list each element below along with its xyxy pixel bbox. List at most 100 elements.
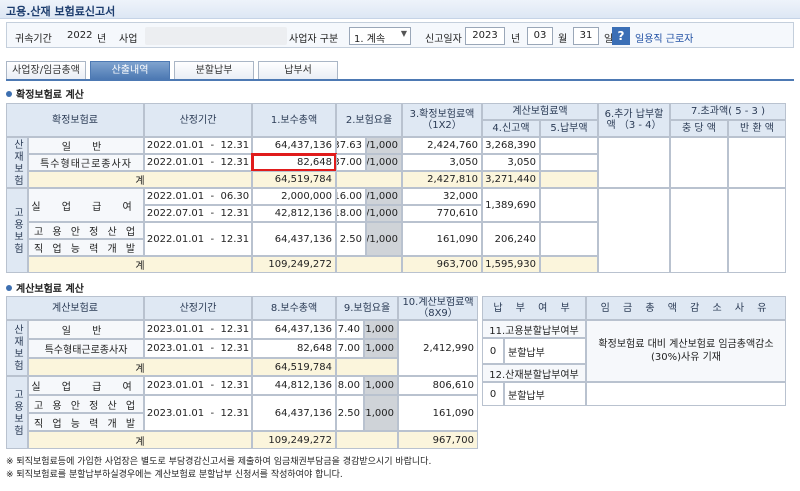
rate-cell[interactable]: 16.00 (336, 188, 366, 205)
goyong-installment-value[interactable]: 분할납부 (504, 338, 586, 364)
paid-cell[interactable] (540, 188, 598, 222)
period-end: 12.31 (220, 208, 250, 219)
paid-cell[interactable] (540, 222, 598, 256)
est-goyong-total-wage: 109,249,272 (252, 431, 336, 449)
goyong-refund-due-cell (670, 188, 728, 273)
confirmed-cell[interactable]: 3,050 (402, 154, 482, 171)
est-row-vocational-label: 직 업 능 력 개 발 (28, 413, 144, 431)
wage-cell[interactable]: 44,812,136 (252, 376, 336, 395)
row-period[interactable]: 2022.01.01 - 12.31 (144, 222, 252, 256)
rate-cell[interactable]: 37.63 (336, 137, 366, 154)
goyong-total-paid (540, 256, 598, 273)
wage-cell[interactable]: 64,437,136 (252, 137, 336, 154)
hdr-wage-reduction-reason: 임 금 총 액 감 소 사 유 (586, 296, 786, 320)
hdr-est-ins: 계산보험료 (6, 296, 144, 320)
biz-type-select[interactable]: 1. 계속 ▼ (349, 27, 411, 45)
goyong-total-reported: 1,595,930 (482, 256, 540, 273)
report-month-input[interactable]: 03 (527, 27, 553, 45)
confirmed-cell[interactable]: 161,090 (402, 222, 482, 256)
hdr-reported: 4.신고액 (482, 120, 540, 137)
confirmed-cell[interactable]: 32,000 (402, 188, 482, 205)
sanjae-installment-code[interactable]: 0 (482, 382, 504, 406)
reported-cell[interactable]: 3,050 (482, 154, 540, 171)
period-end: 12.31 (220, 407, 250, 419)
group-goyong: 고용보험 (6, 188, 28, 273)
report-year-input[interactable]: 2023 (465, 27, 505, 45)
tab-installment[interactable]: 분할납부 (174, 61, 254, 79)
goyong-total-confirmed: 963,700 (402, 256, 482, 273)
wage-cell-highlighted[interactable]: 82,648 (251, 153, 337, 172)
goyong-installment-code[interactable]: 0 (482, 338, 504, 364)
tab-workplace-wages[interactable]: 사업장/임금총액 (6, 61, 86, 79)
estimated-section-title: 계산보험료 계산 (6, 280, 84, 295)
est-goyong-total-label: 계 (28, 431, 252, 449)
est-cell[interactable]: 806,610 (398, 376, 478, 395)
period-start: 2022.01.01 (146, 140, 205, 151)
goyong-installment-label: 11.고용분할납부여부 (482, 320, 586, 338)
confirmed-section-title: 확정보험료 계산 (6, 86, 84, 101)
row-period[interactable]: 2022.01.01 - 06.30 (144, 188, 252, 205)
period-dash: - (210, 407, 215, 419)
est-row-unemployment-label: 실 업 급 여 (28, 376, 144, 395)
wage-cell[interactable]: 64,437,136 (252, 222, 336, 256)
rate-unit: /1,000 (366, 188, 402, 205)
rate-unit: /1,000 (364, 339, 398, 358)
wage-reduction-reason-input[interactable] (586, 382, 786, 406)
reported-cell[interactable]: 3,268,390 (482, 137, 540, 154)
year-unit: 년 (97, 34, 107, 45)
biz-type-value: 1. 계속 (354, 34, 386, 45)
hdr-refund: 반 환 액 (728, 120, 786, 137)
period-dash: - (210, 343, 215, 354)
row-period[interactable]: 2022.01.01 - 12.31 (144, 154, 252, 171)
period-dash: - (210, 191, 215, 202)
workplace-name-redacted (145, 27, 287, 45)
period-end: 12.31 (220, 343, 250, 354)
report-day-input[interactable]: 31 (573, 27, 599, 45)
est-group-goyong: 고용보험 (6, 376, 28, 449)
wage-cell[interactable]: 64,437,136 (252, 395, 336, 431)
period-dash: - (210, 380, 215, 391)
rate-cell[interactable]: 37.00 (336, 154, 366, 171)
rate-cell[interactable]: 37.00 (336, 339, 364, 358)
row-period[interactable]: 2023.01.01 - 12.31 (144, 320, 252, 339)
hdr-est-amount: 10.계산보험료액 （8X9） (398, 296, 478, 320)
help-button[interactable]: ? (612, 27, 630, 45)
period-dash: - (210, 208, 215, 219)
rate-cell[interactable]: 2.50 (336, 222, 366, 256)
confirmed-cell[interactable]: 770,610 (402, 205, 482, 222)
sanjae-est-cell[interactable]: 2,412,990 (398, 320, 478, 376)
rate-cell[interactable]: 18.00 (336, 205, 366, 222)
tab-calculation[interactable]: 산출내역 (90, 61, 170, 79)
goyong-total-rate-blank (336, 256, 402, 273)
goyong-refund-cell (728, 188, 786, 273)
hdr-rate: 2.보험요율 (336, 103, 402, 137)
paid-cell[interactable] (540, 154, 598, 171)
wage-cell[interactable]: 64,437,136 (252, 320, 336, 339)
bullet-icon (6, 91, 12, 97)
row-period[interactable]: 2023.01.01 - 12.31 (144, 339, 252, 358)
wage-cell[interactable]: 82,648 (252, 339, 336, 358)
row-period[interactable]: 2023.01.01 - 12.31 (144, 376, 252, 395)
daily-worker-link[interactable]: 일용직 근로자 (635, 30, 693, 45)
wage-cell[interactable]: 2,000,000 (252, 188, 336, 205)
rate-cell[interactable]: 18.00 (336, 376, 364, 395)
rate-cell[interactable]: 37.40 (336, 320, 364, 339)
row-period[interactable]: 2022.01.01 - 12.31 (144, 137, 252, 154)
wage-cell[interactable]: 42,812,136 (252, 205, 336, 222)
hdr-ins: 확정보험료 (6, 103, 144, 137)
tab-payment-slip[interactable]: 납부서 (258, 61, 338, 79)
rate-cell[interactable]: 2.50 (336, 395, 364, 431)
sanjae-installment-value[interactable]: 분할납부 (504, 382, 586, 406)
reported-cell[interactable]: 206,240 (482, 222, 540, 256)
hdr-period: 산정기간 (144, 103, 252, 137)
row-period[interactable]: 2022.07.01 - 12.31 (144, 205, 252, 222)
est-cell[interactable]: 161,090 (398, 395, 478, 431)
period-end: 12.31 (220, 157, 250, 168)
period-end: 06.30 (220, 191, 250, 202)
confirmed-cell[interactable]: 2,424,760 (402, 137, 482, 154)
period-start: 2023.01.01 (146, 324, 205, 335)
unemployment-reported-cell[interactable]: 1,389,690 (482, 188, 540, 222)
row-period[interactable]: 2023.01.01 - 12.31 (144, 395, 252, 431)
confirmed-section-title-text: 확정보험료 계산 (16, 90, 84, 101)
paid-cell[interactable] (540, 137, 598, 154)
